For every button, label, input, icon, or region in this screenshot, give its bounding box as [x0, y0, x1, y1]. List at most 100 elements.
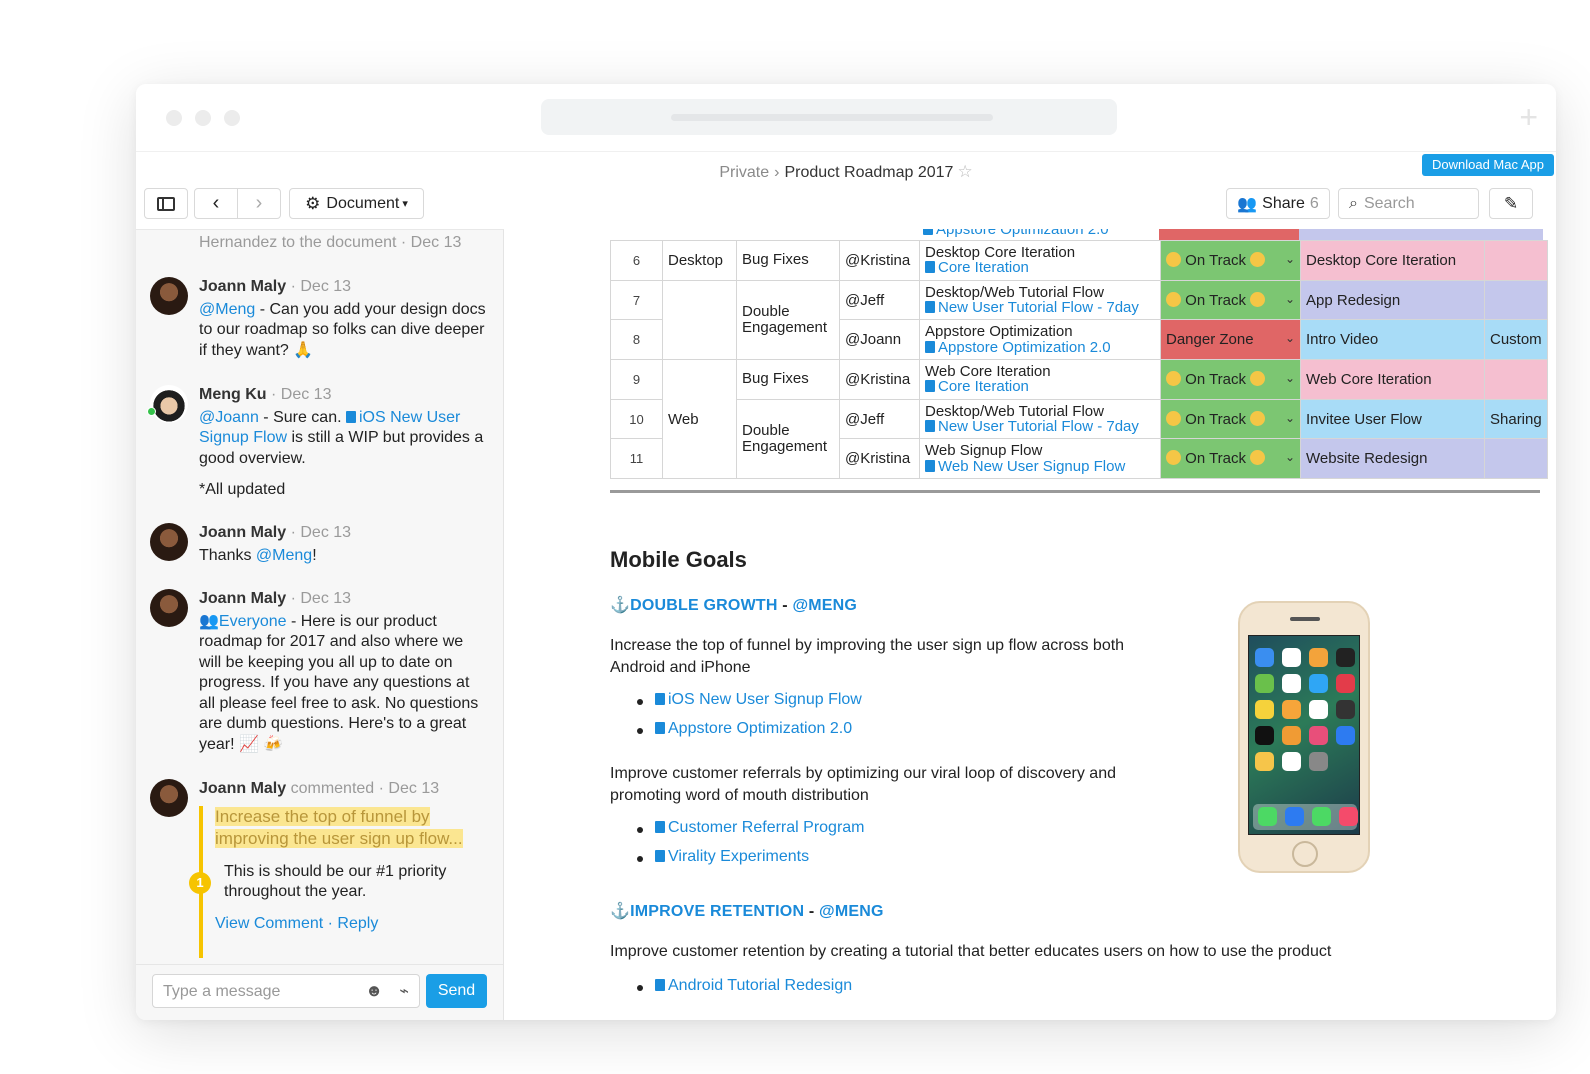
address-bar[interactable]: [541, 99, 1117, 135]
maximize-traffic-light[interactable]: [224, 110, 240, 126]
table-row[interactable]: 7 Double Engagement @Jeff Desktop/Web Tu…: [610, 279, 1548, 361]
avatar[interactable]: [150, 589, 188, 627]
author-name[interactable]: Joann Maly: [199, 780, 286, 797]
task-cell[interactable]: Desktop Core Iteration Core Iteration: [919, 240, 1161, 281]
list-item[interactable]: Android Tutorial Redesign: [610, 977, 852, 1006]
status-cell[interactable]: On Track ⌄: [1160, 279, 1301, 321]
list-item[interactable]: Customer Referral Program: [610, 819, 865, 848]
status-cell[interactable]: On Track ⌄: [1160, 438, 1301, 480]
compose-button[interactable]: ✎: [1489, 188, 1533, 219]
owner-cell[interactable]: @Jeff: [839, 398, 920, 440]
list-item[interactable]: Virality Experiments: [610, 848, 865, 877]
task-link[interactable]: Core Iteration: [938, 378, 1029, 395]
chevron-down-icon[interactable]: ⌄: [1285, 411, 1295, 425]
list-item[interactable]: iOS New User Signup Flow: [610, 691, 862, 720]
everyone-mention[interactable]: 👥Everyone: [199, 613, 287, 630]
table-row[interactable]: 9 Web Bug Fixes @Kristina Web Core Itera…: [610, 359, 1548, 480]
forward-button[interactable]: ›: [237, 188, 281, 219]
platform-cell[interactable]: [662, 279, 737, 320]
goal-owner[interactable]: @MENG: [819, 903, 884, 920]
task-cell[interactable]: Desktop/Web Tutorial Flow New User Tutori…: [919, 398, 1161, 440]
project-cell[interactable]: Invitee User Flow: [1300, 398, 1485, 440]
mention-link[interactable]: @Meng: [199, 301, 255, 318]
avatar[interactable]: [150, 277, 188, 315]
avatar[interactable]: [150, 779, 188, 817]
project-cell[interactable]: App Redesign: [1300, 279, 1485, 321]
document-menu-button[interactable]: ⚙ Document ▾: [289, 188, 424, 219]
project-cell[interactable]: Web Core Iteration: [1300, 359, 1485, 400]
owner-cell[interactable]: @Kristina: [839, 240, 920, 281]
download-mac-app-button[interactable]: Download Mac App: [1421, 154, 1554, 176]
extra-cell[interactable]: [1484, 279, 1548, 321]
task-cell[interactable]: Web Signup Flow Web New User Signup Flow: [919, 438, 1161, 480]
sidebar-toggle-button[interactable]: [144, 188, 188, 219]
avatar[interactable]: [150, 385, 188, 423]
reply-link[interactable]: Reply: [337, 915, 378, 932]
extra-cell[interactable]: [1484, 240, 1548, 281]
share-button[interactable]: 👥 Share 6: [1226, 188, 1330, 219]
status-cell[interactable]: On Track ⌄: [1160, 398, 1301, 440]
doc-link[interactable]: Android Tutorial Redesign: [668, 977, 852, 994]
platform-cell[interactable]: [662, 319, 737, 361]
doc-link[interactable]: Appstore Optimization 2.0: [668, 720, 852, 737]
type-cell[interactable]: Bug Fixes: [736, 359, 840, 400]
type-cell[interactable]: Bug Fixes: [736, 240, 840, 281]
doc-link[interactable]: iOS New User Signup Flow: [668, 691, 862, 708]
status-cell[interactable]: On Track ⌄: [1160, 240, 1301, 281]
task-link[interactable]: New User Tutorial Flow - 7day: [938, 299, 1139, 316]
mention-link[interactable]: @Joann: [199, 409, 259, 426]
platform-cell[interactable]: Web: [662, 359, 737, 480]
author-name[interactable]: Meng Ku: [199, 386, 267, 403]
chevron-down-icon[interactable]: ⌄: [1285, 450, 1295, 464]
attachment-icon[interactable]: ⌁: [399, 981, 409, 1001]
extra-cell[interactable]: [1484, 359, 1548, 400]
status-cell[interactable]: Danger Zone ⌄: [1160, 319, 1301, 361]
chevron-down-icon[interactable]: ⌄: [1285, 252, 1295, 266]
breadcrumb-private[interactable]: Private: [719, 164, 769, 181]
task-link[interactable]: New User Tutorial Flow - 7day: [938, 418, 1139, 435]
goal-heading[interactable]: ⚓IMPROVE RETENTION - @MENG: [610, 901, 884, 921]
extra-cell[interactable]: Sharing: [1484, 398, 1548, 440]
table-row[interactable]: 6 Desktop Bug Fixes @Kristina Desktop Co…: [610, 240, 1548, 281]
owner-cell[interactable]: @Jeff: [839, 279, 920, 321]
close-traffic-light[interactable]: [166, 110, 182, 126]
view-comment-link[interactable]: View Comment: [215, 915, 323, 932]
task-link[interactable]: Core Iteration: [938, 259, 1029, 276]
type-cell[interactable]: Double Engagement: [736, 279, 840, 361]
task-cell[interactable]: Appstore Optimization Appstore Optimizati…: [919, 319, 1161, 361]
platform-cell[interactable]: Desktop: [662, 240, 737, 281]
back-button[interactable]: ‹: [194, 188, 238, 219]
extra-cell[interactable]: [1484, 438, 1548, 480]
list-item[interactable]: Appstore Optimization 2.0: [610, 720, 862, 749]
project-cell[interactable]: Desktop Core Iteration: [1300, 240, 1485, 281]
doc-title[interactable]: Product Roadmap 2017: [784, 164, 953, 181]
owner-cell[interactable]: @Kristina: [839, 359, 920, 400]
new-tab-icon[interactable]: +: [1519, 101, 1538, 133]
minimize-traffic-light[interactable]: [195, 110, 211, 126]
project-cell[interactable]: Website Redesign: [1300, 438, 1485, 480]
quoted-text[interactable]: Increase the top of funnel by improving …: [215, 806, 463, 848]
star-icon[interactable]: ☆: [957, 162, 972, 181]
project-cell[interactable]: Intro Video: [1300, 319, 1485, 361]
doc-link[interactable]: Virality Experiments: [668, 848, 809, 865]
table-row[interactable]: 10 Double Engagement @Jeff Desktop/Web T…: [610, 398, 1548, 480]
message-input[interactable]: Type a message ☻ ⌁: [152, 974, 420, 1008]
author-name[interactable]: Joann Maly: [199, 590, 286, 607]
goal-owner[interactable]: @MENG: [792, 597, 857, 614]
task-link[interactable]: Appstore Optimization 2.0: [936, 229, 1109, 237]
author-name[interactable]: Joann Maly: [199, 278, 286, 295]
owner-cell[interactable]: @Kristina: [839, 438, 920, 480]
type-cell[interactable]: Double Engagement: [736, 398, 840, 480]
author-name[interactable]: Joann Maly: [199, 524, 286, 541]
task-cell[interactable]: Web Core Iteration Core Iteration: [919, 359, 1161, 400]
task-link[interactable]: Web New User Signup Flow: [938, 458, 1125, 475]
owner-cell[interactable]: @Joann: [839, 319, 920, 361]
goal-heading[interactable]: ⚓DOUBLE GROWTH - @MENG: [610, 595, 857, 615]
send-button[interactable]: Send: [426, 974, 487, 1008]
emoji-icon[interactable]: ☻: [365, 981, 383, 1001]
doc-link[interactable]: Customer Referral Program: [668, 819, 865, 836]
extra-cell[interactable]: Custom: [1484, 319, 1548, 361]
chevron-down-icon[interactable]: ⌄: [1285, 292, 1295, 306]
search-input[interactable]: ⌕ Search: [1338, 188, 1479, 219]
status-cell[interactable]: On Track ⌄: [1160, 359, 1301, 400]
